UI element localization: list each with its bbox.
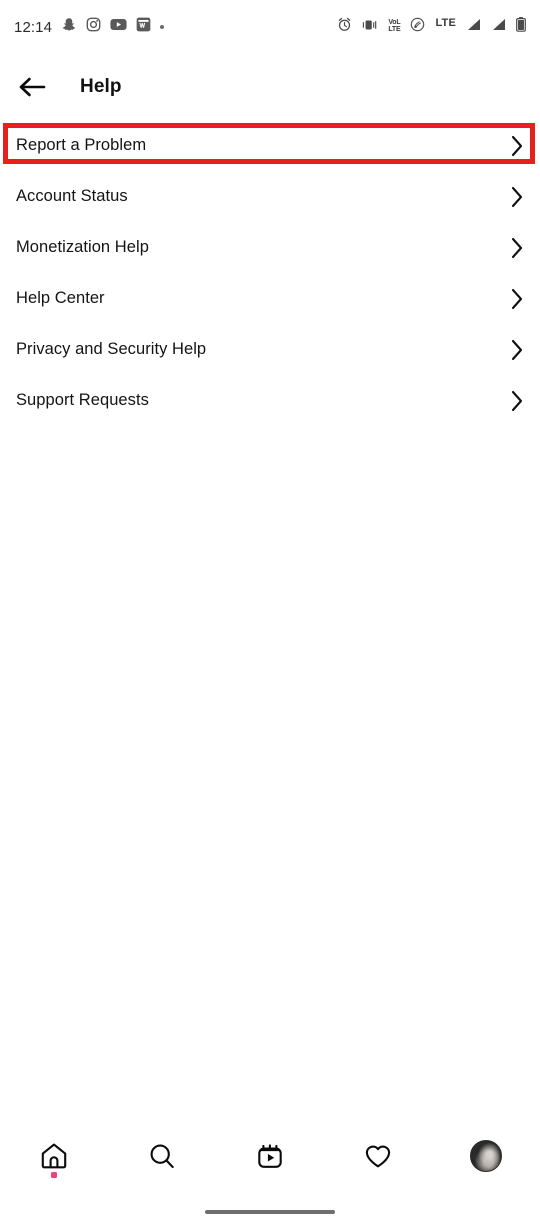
instagram-icon [86,17,101,37]
menu-item-monetization-help[interactable]: Monetization Help [0,222,540,273]
lte-label-icon: LTE [435,16,456,29]
menu-item-label: Report a Problem [16,136,147,154]
youtube-icon [110,18,127,36]
menu-item-label: Privacy and Security Help [16,340,207,358]
home-unread-badge [51,1172,57,1178]
status-bar: 12:14 VoL LTE LTE [0,0,540,54]
help-menu-list: Report a Problem Account Status Monetiza… [0,120,540,426]
app-header: Help [0,54,540,120]
menu-item-label: Account Status [16,187,128,205]
reels-icon [258,1144,282,1168]
alarm-clock-icon [337,17,352,37]
menu-item-label: Help Center [16,289,105,307]
signal-bars-sim2-icon [491,18,506,36]
volte-icon: VoL LTE [388,19,401,33]
status-bar-left: 12:14 [14,17,165,38]
nav-home[interactable] [18,1128,90,1184]
home-gesture-bar[interactable] [205,1210,335,1214]
chevron-right-icon [511,186,524,208]
more-notifications-dot-icon [160,25,165,29]
bottom-navigation-bar [0,1124,540,1188]
battery-icon [516,17,526,37]
nav-reels[interactable] [234,1128,306,1184]
menu-item-label: Support Requests [16,391,149,409]
signal-bars-sim1-icon [466,18,481,36]
status-bar-clock: 12:14 [14,18,53,36]
avatar [470,1140,502,1172]
page-title: Help [80,76,122,97]
heart-icon [365,1145,391,1168]
wifi-calling-icon [410,17,425,37]
menu-item-support-requests[interactable]: Support Requests [0,375,540,426]
vibrate-icon [362,18,378,37]
phone-screen: 12:14 VoL LTE LTE Help Report a Problem … [0,0,540,1230]
back-arrow-icon [19,77,46,97]
menu-item-report-a-problem[interactable]: Report a Problem [0,120,540,171]
search-icon [150,1144,174,1169]
back-button[interactable] [4,59,60,115]
nav-profile[interactable] [450,1128,522,1184]
status-bar-right: VoL LTE LTE [337,17,526,37]
app-notification-icon [136,17,151,37]
chevron-right-icon [511,339,524,361]
chevron-right-icon [511,237,524,259]
chevron-right-icon [511,288,524,310]
snapchat-icon [61,17,77,38]
home-icon [41,1143,67,1169]
nav-activity[interactable] [342,1128,414,1184]
chevron-right-icon [511,135,524,157]
nav-search[interactable] [126,1128,198,1184]
menu-item-help-center[interactable]: Help Center [0,273,540,324]
chevron-right-icon [511,390,524,412]
menu-item-privacy-and-security-help[interactable]: Privacy and Security Help [0,324,540,375]
menu-item-label: Monetization Help [16,238,149,256]
menu-item-account-status[interactable]: Account Status [0,171,540,222]
